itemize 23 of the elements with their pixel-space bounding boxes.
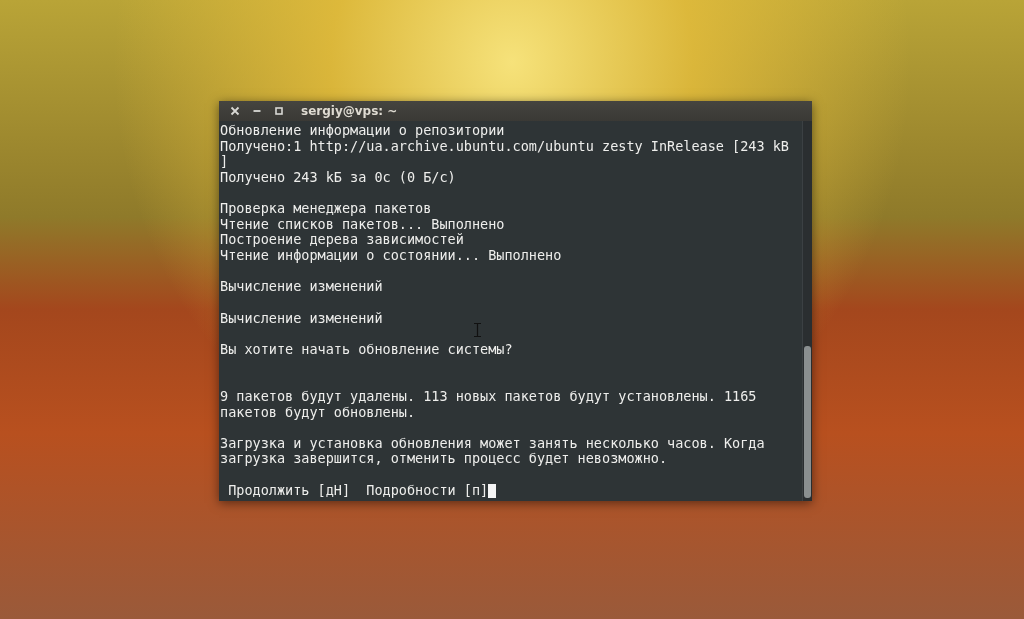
terminal-line: Проверка менеджера пакетов — [220, 201, 432, 217]
terminal-line: Вычисление изменений — [220, 279, 383, 296]
terminal-line: Чтение информации о состоянии... Выполнено — [220, 248, 562, 264]
terminal-line: Чтение списков пакетов... Выполнено — [220, 216, 505, 233]
terminal-line: ] — [220, 154, 229, 170]
terminal-prompt: Продолжить [дН] Подробности [п] — [227, 482, 489, 499]
scrollbar-thumb[interactable] — [804, 346, 811, 498]
terminal-line: Обновление информации о репозитории — [220, 123, 505, 139]
terminal-line: Получено 243 kБ за 0с (0 Б/с) — [220, 169, 456, 186]
terminal-line: Загрузка и установка обновления может занять несколько часов. Когда — [220, 435, 765, 452]
terminal-line: 9 пакетов будут удалены. 113 новых пакетов будут установлены. 1165 — [220, 388, 757, 405]
terminal-line: Получено:1 http://ua.archive.ubuntu.com/ubuntu zesty InRelease [243 kB — [220, 138, 789, 155]
block-cursor — [488, 483, 497, 498]
window-title: sergiy@vps: ~ — [301, 104, 398, 118]
scrollbar[interactable] — [802, 121, 812, 501]
terminal-line: Построение дерева зависимостей — [220, 232, 464, 249]
text-cursor-icon — [474, 323, 481, 337]
terminal-line: пакетов будут обновлены. — [220, 404, 416, 421]
terminal-line: Вычисление изменений — [220, 310, 383, 327]
terminal-line: загрузка завершится, отменить процесс будет невозможно. — [220, 451, 668, 468]
terminal-line: Вы хотите начать обновление системы? — [220, 341, 513, 358]
maximize-icon — [274, 106, 284, 116]
close-icon — [230, 106, 240, 116]
